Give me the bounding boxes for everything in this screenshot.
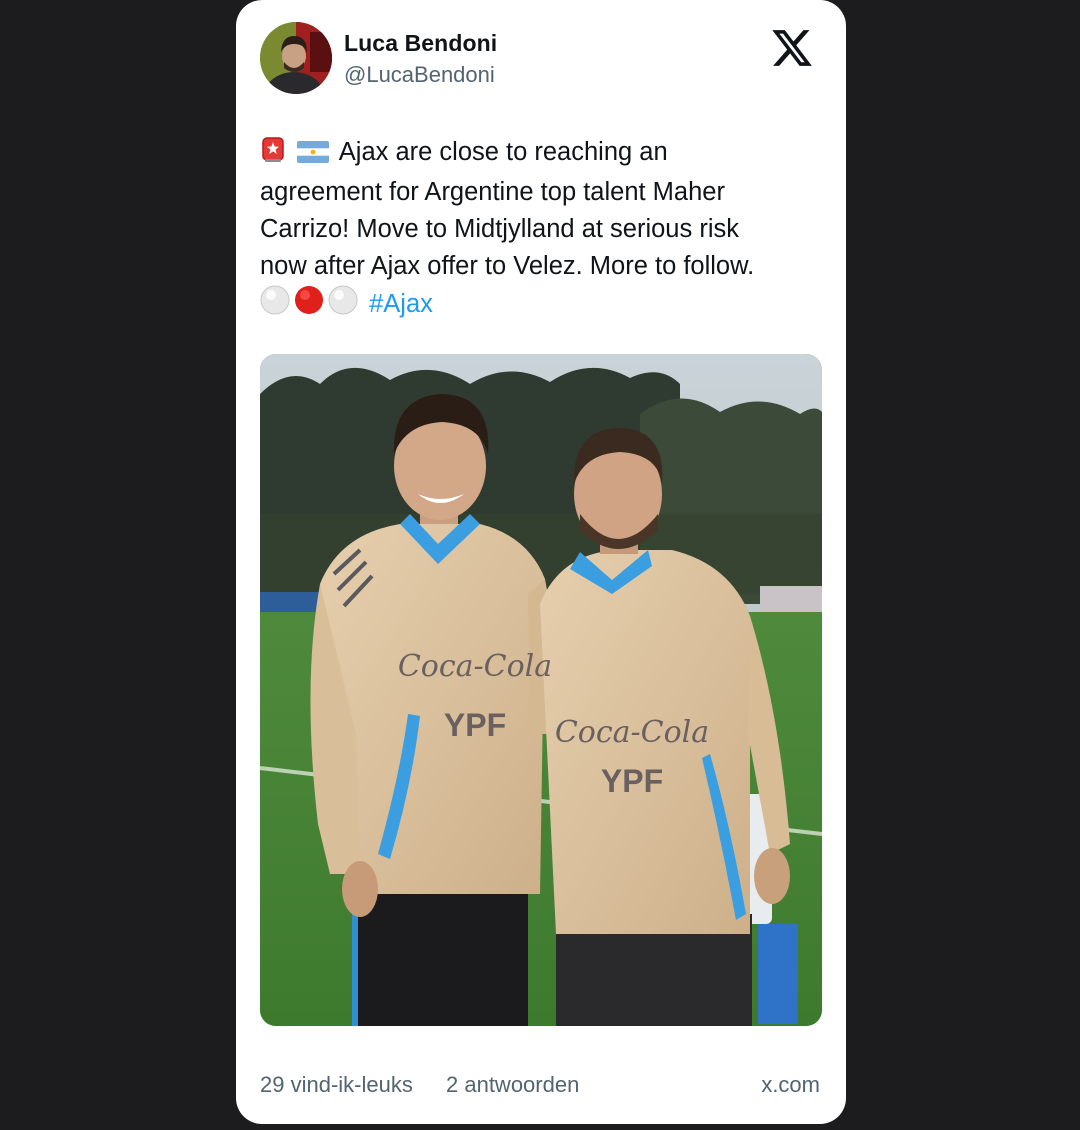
tweet-line-1: Ajax are close to reaching an	[260, 134, 820, 174]
left-shirt-sponsor-2: YPF	[444, 707, 506, 743]
author-name[interactable]: Luca Bendoni	[344, 30, 497, 57]
left-shirt-sponsor-1: Coca-Cola	[398, 649, 552, 684]
siren-icon	[260, 135, 286, 174]
white-circle-icon	[260, 285, 290, 326]
hashtag-link[interactable]: #Ajax	[369, 290, 433, 318]
tweet-line-3: Carrizo! Move to Midtjylland at serious …	[260, 215, 739, 243]
x-logo-icon[interactable]	[770, 26, 814, 70]
replies-count[interactable]: 2 antwoorden	[446, 1072, 579, 1098]
red-circle-icon	[294, 285, 324, 326]
tweet-line-1-text: Ajax are close to reaching an	[338, 138, 668, 166]
white-circle-icon	[328, 285, 358, 326]
avatar[interactable]	[260, 22, 332, 94]
tweet-line-5: #Ajax	[260, 285, 820, 326]
tweet-line-4: now after Ajax offer to Velez. More to f…	[260, 252, 755, 280]
tweet-card: Luca Bendoni @LucaBendoni Ajax are close…	[236, 0, 846, 1124]
right-shirt-sponsor-1: Coca-Cola	[555, 715, 709, 750]
tweet-photo[interactable]: Coca-Cola YPF Coca-Cola YPF	[260, 354, 822, 1026]
likes-count[interactable]: 29 vind-ik-leuks	[260, 1072, 413, 1098]
source-domain[interactable]: x.com	[761, 1072, 820, 1098]
tweet-text: Ajax are close to reaching an agreement …	[260, 134, 820, 326]
argentina-flag-icon	[297, 137, 330, 174]
tweet-line-2: agreement for Argentine top talent Maher	[260, 178, 725, 206]
tweet-footer: 29 vind-ik-leuks 2 antwoorden x.com	[260, 1070, 820, 1104]
author-handle[interactable]: @LucaBendoni	[344, 62, 495, 88]
tweet-header: Luca Bendoni @LucaBendoni	[260, 22, 820, 96]
right-shirt-sponsor-2: YPF	[601, 763, 663, 799]
